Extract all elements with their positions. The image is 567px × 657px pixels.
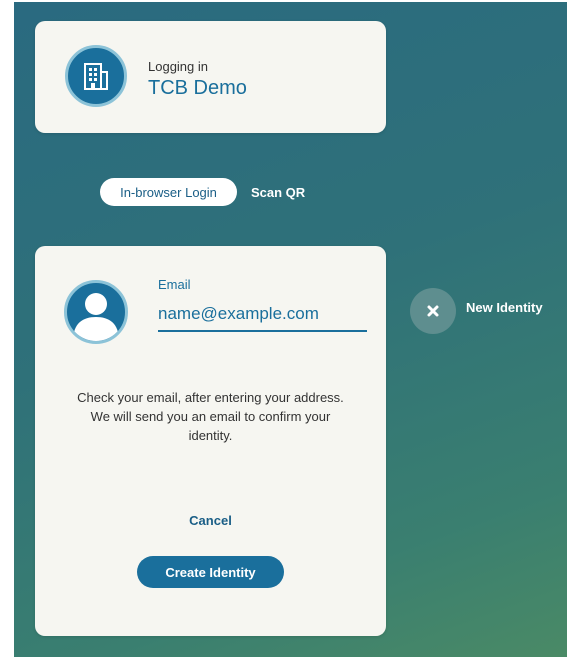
create-identity-button[interactable]: Create Identity <box>137 556 284 588</box>
org-name: TCB Demo <box>148 77 247 99</box>
identity-card: Email Check your email, after entering y… <box>35 246 386 636</box>
close-icon <box>427 305 439 317</box>
new-identity-label[interactable]: New Identity <box>466 300 543 315</box>
tab-in-browser-login[interactable]: In-browser Login <box>100 178 237 206</box>
user-avatar <box>64 280 128 344</box>
login-card: Logging in TCB Demo <box>35 21 386 133</box>
cancel-button[interactable]: Cancel <box>35 513 386 528</box>
email-label: Email <box>158 277 191 292</box>
user-icon <box>73 293 119 341</box>
logging-in-label: Logging in <box>148 59 208 74</box>
email-field[interactable] <box>158 298 367 332</box>
building-icon <box>84 63 108 90</box>
info-text: Check your email, after entering your ad… <box>77 390 344 443</box>
tab-scan-qr[interactable]: Scan QR <box>251 178 305 206</box>
new-identity-button[interactable] <box>410 288 456 334</box>
org-avatar <box>65 45 127 107</box>
app-background: Logging in TCB Demo In-browser Login Sca… <box>14 2 567 657</box>
